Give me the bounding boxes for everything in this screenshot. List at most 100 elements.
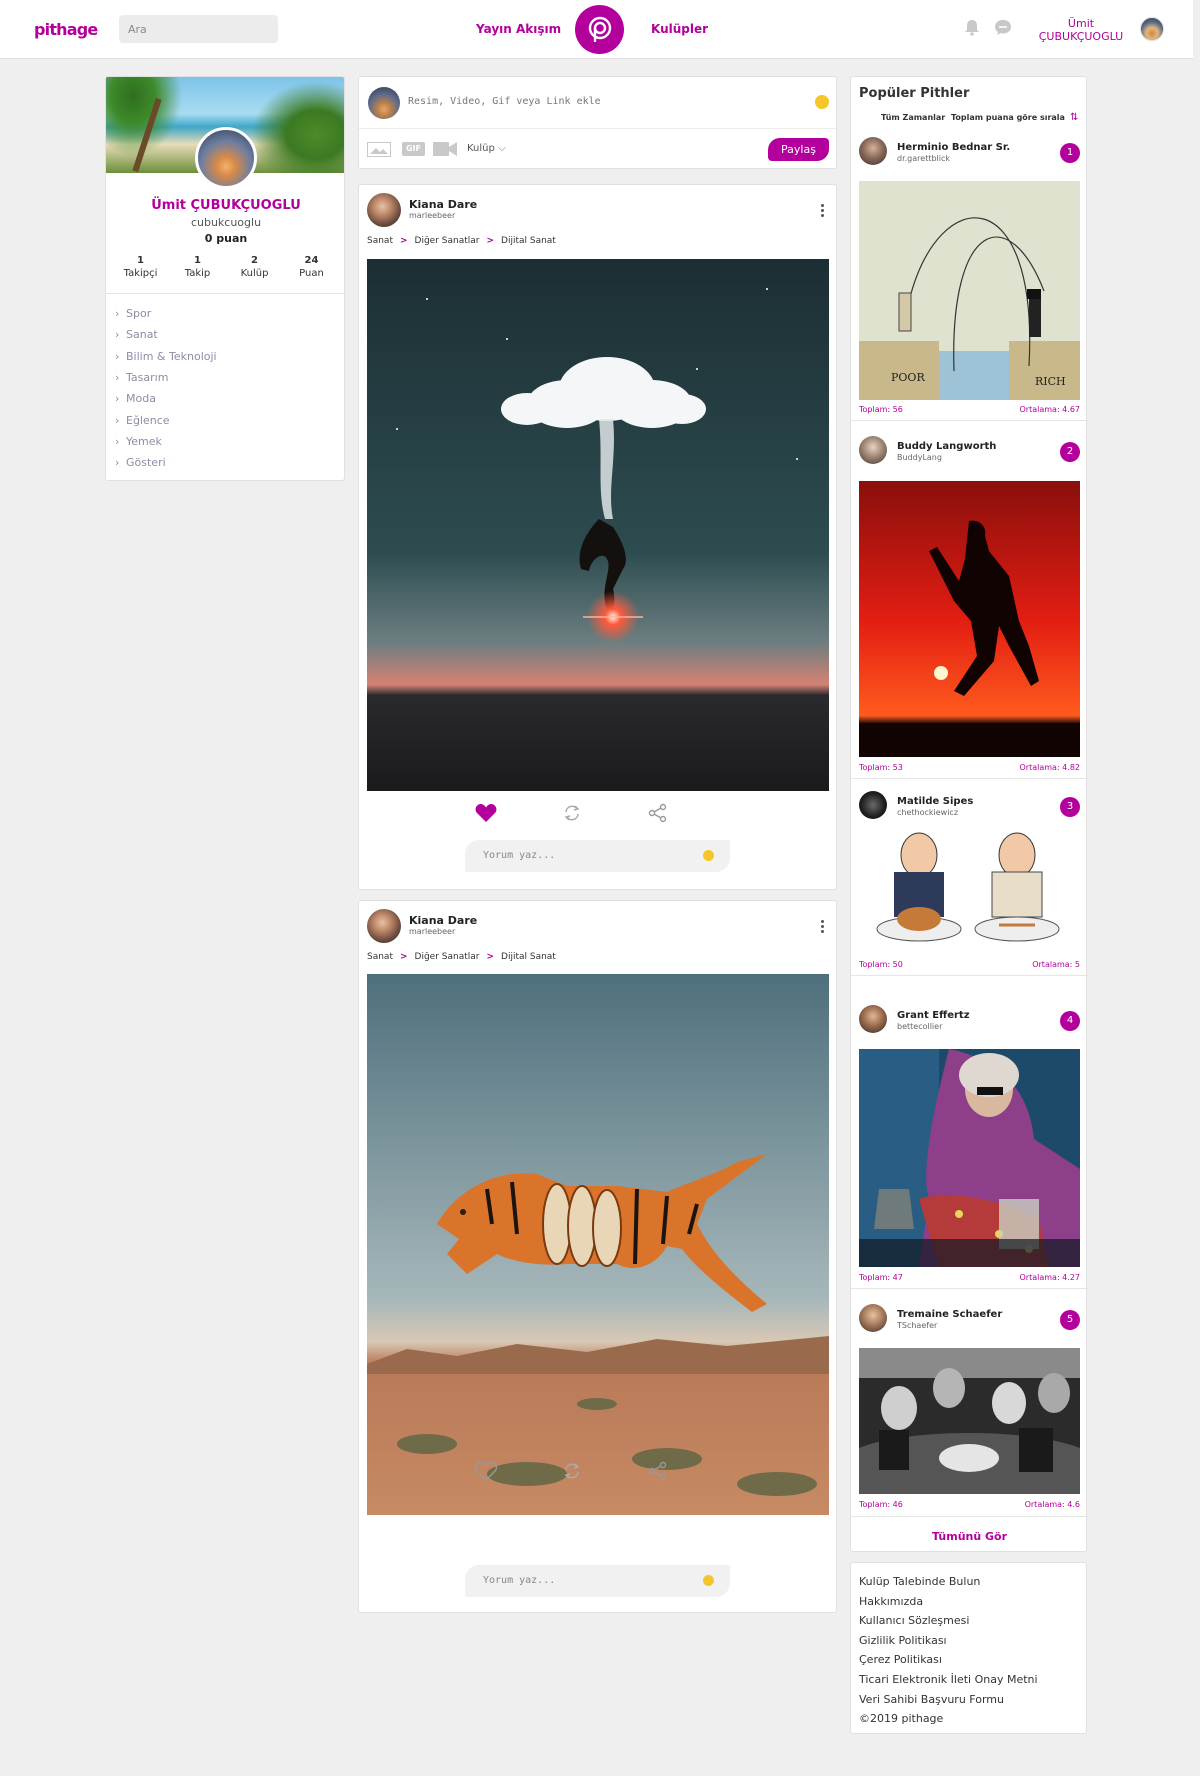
share-button[interactable]: Paylaş	[768, 138, 829, 161]
video-icon[interactable]	[433, 142, 457, 156]
top-navigation-bar: pithage Yayın Akışım Kulüpler Ümit ÇUBUK…	[0, 0, 1193, 59]
nav-clubs-link[interactable]: Kulüpler	[651, 22, 708, 36]
stat-points[interactable]: 24 Puan	[283, 254, 340, 280]
image-icon[interactable]	[367, 142, 391, 157]
popular-item-image[interactable]	[859, 481, 1080, 757]
post-card: Kiana Dare marleebeer Sanat > Diğer Sana…	[358, 900, 837, 1613]
category-item-yemek[interactable]: › Yemek	[115, 431, 217, 452]
repost-icon[interactable]	[561, 803, 583, 823]
popular-item-author[interactable]: Herminio Bednar Sr.	[897, 142, 1010, 153]
emoji-icon[interactable]	[703, 1575, 714, 1586]
club-select[interactable]: Kulüp ⌵	[467, 143, 506, 154]
share-icon[interactable]	[647, 1461, 669, 1481]
chevron-right-icon: ›	[115, 392, 120, 406]
divider	[359, 128, 838, 129]
popular-item-author[interactable]: Buddy Langworth	[897, 441, 996, 452]
nav-feed-link[interactable]: Yayın Akışım	[476, 22, 561, 36]
popular-item-author[interactable]: Matilde Sipes	[897, 796, 973, 807]
popular-item-average: Ortalama: 4.82	[1019, 763, 1081, 772]
footer-link[interactable]: Gizlilik Politikası	[859, 1631, 1086, 1651]
popular-item-average: Ortalama: 5	[1032, 960, 1080, 969]
popular-item-image[interactable]	[859, 1049, 1080, 1267]
composer-avatar	[368, 87, 400, 119]
category-item-spor[interactable]: › Spor	[115, 303, 217, 324]
category-item-eglence[interactable]: › Eğlence	[115, 409, 217, 430]
stat-followers[interactable]: 1 Takipçi	[112, 254, 169, 280]
popular-item-average: Ortalama: 4.27	[1019, 1273, 1081, 1282]
current-user-name[interactable]: Ümit ÇUBUKÇUOGLU	[1032, 17, 1130, 43]
popular-item-author[interactable]: Grant Effertz	[897, 1010, 970, 1021]
popular-item-avatar[interactable]	[859, 436, 887, 464]
chevron-right-icon: ›	[115, 434, 120, 448]
rank-badge: 2	[1060, 442, 1080, 462]
more-options-icon[interactable]	[821, 204, 824, 217]
popular-item-image[interactable]	[859, 827, 1080, 953]
stat-value: 1	[194, 255, 201, 266]
popular-item-image[interactable]	[859, 1348, 1080, 1494]
emoji-icon[interactable]	[815, 95, 829, 109]
comment-input[interactable]: Yorum yaz...	[465, 840, 730, 872]
current-user-last-name: ÇUBUKÇUOGLU	[1038, 30, 1124, 43]
category-item-gosteri[interactable]: › Gösteri	[115, 452, 217, 473]
pithage-center-logo-icon[interactable]	[575, 5, 624, 54]
stat-clubs[interactable]: 2 Kulüp	[226, 254, 283, 280]
category-list: › Spor › Sanat › Bilim & Teknoloji › Tasarım…	[115, 303, 217, 473]
footer-link[interactable]: Ticari Elektronik İleti Onay Metni	[859, 1670, 1086, 1690]
post-author-avatar[interactable]	[367, 909, 401, 943]
like-icon[interactable]	[475, 803, 497, 823]
category-item-sanat[interactable]: › Sanat	[115, 324, 217, 345]
popular-item-avatar[interactable]	[859, 1005, 887, 1033]
comment-placeholder: Yorum yaz...	[483, 1575, 556, 1586]
time-filter[interactable]: Tüm Zamanlar	[881, 113, 945, 122]
sort-filter[interactable]: Toplam puana göre sırala	[951, 113, 1065, 122]
popular-item-avatar[interactable]	[859, 1304, 887, 1332]
breadcrumb-item[interactable]: Diğer Sanatlar	[415, 236, 480, 246]
composer-input[interactable]: Resim, Video, Gif veya Link ekle	[408, 96, 601, 107]
comment-input[interactable]: Yorum yaz...	[465, 1565, 730, 1597]
post-author-name[interactable]: Kiana Dare	[409, 198, 477, 211]
sort-icon[interactable]: ⇅	[1070, 112, 1078, 123]
chat-icon[interactable]	[994, 19, 1012, 36]
category-label: Spor	[126, 307, 152, 321]
search-input[interactable]	[119, 15, 278, 43]
breadcrumb-item[interactable]: Dijital Sanat	[501, 236, 556, 246]
popular-item-author[interactable]: Tremaine Schaefer	[897, 1309, 1002, 1320]
footer-link[interactable]: Hakkımızda	[859, 1592, 1086, 1612]
divider	[851, 1288, 1088, 1289]
popular-item-image[interactable]: POOR RICH	[859, 181, 1080, 400]
post-author-name[interactable]: Kiana Dare	[409, 914, 477, 927]
breadcrumb: Sanat > Diğer Sanatlar > Dijital Sanat	[367, 952, 556, 962]
breadcrumb-item[interactable]: Diğer Sanatlar	[415, 952, 480, 962]
breadcrumb-item[interactable]: Dijital Sanat	[501, 952, 556, 962]
pithage-logo[interactable]: pithage	[34, 20, 98, 39]
profile-name[interactable]: Ümit ÇUBUKÇUOGLU	[106, 198, 344, 213]
profile-avatar[interactable]	[195, 127, 257, 189]
post-image[interactable]	[367, 974, 829, 1515]
post-image[interactable]	[367, 259, 829, 791]
category-item-bilim-teknoloji[interactable]: › Bilim & Teknoloji	[115, 346, 217, 367]
popular-item-avatar[interactable]	[859, 791, 887, 819]
footer-link[interactable]: Kullanıcı Sözleşmesi	[859, 1611, 1086, 1631]
repost-icon[interactable]	[561, 1461, 583, 1481]
more-options-icon[interactable]	[821, 920, 824, 933]
current-user-avatar[interactable]	[1140, 17, 1164, 41]
footer-link[interactable]: Kulüp Talebinde Bulun	[859, 1572, 1086, 1592]
category-label: Eğlence	[126, 413, 170, 427]
footer-link[interactable]: Çerez Politikası	[859, 1650, 1086, 1670]
share-icon[interactable]	[647, 803, 669, 823]
like-icon[interactable]	[475, 1461, 497, 1481]
gif-icon[interactable]: GIF	[402, 142, 425, 156]
popular-item-total: Toplam: 46	[859, 1500, 903, 1509]
stat-following[interactable]: 1 Takip	[169, 254, 226, 280]
see-all-button[interactable]: Tümünü Gör	[851, 1530, 1088, 1543]
footer-link[interactable]: Veri Sahibi Başvuru Formu	[859, 1690, 1086, 1710]
category-item-tasarim[interactable]: › Tasarım	[115, 367, 217, 388]
category-item-moda[interactable]: › Moda	[115, 388, 217, 409]
stat-value: 1	[137, 255, 144, 266]
post-author-avatar[interactable]	[367, 193, 401, 227]
breadcrumb-item[interactable]: Sanat	[367, 236, 393, 246]
bell-icon[interactable]	[964, 19, 980, 36]
popular-item-avatar[interactable]	[859, 137, 887, 165]
emoji-icon[interactable]	[703, 850, 714, 861]
breadcrumb-item[interactable]: Sanat	[367, 952, 393, 962]
